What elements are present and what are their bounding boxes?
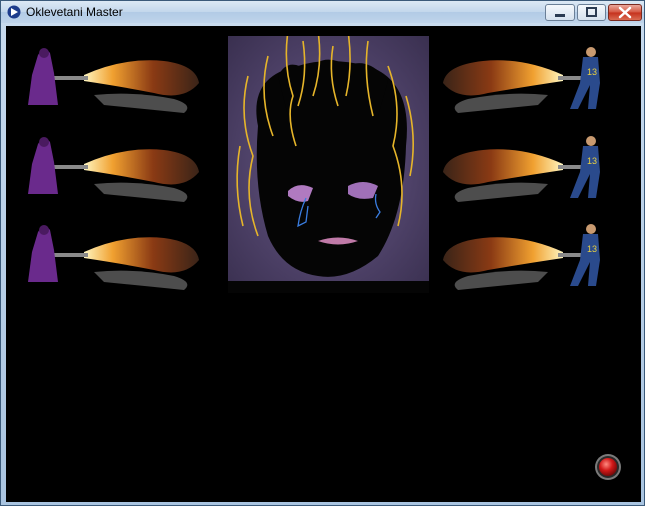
window-title: Oklevetani Master [26,5,123,19]
purple-robed-flamethrower-figure [28,225,199,290]
minimize-icon [555,14,565,17]
app-window: Oklevetani Master 13 13 13 [0,0,645,506]
maximize-icon [586,7,597,17]
minimize-button[interactable] [545,4,575,21]
purple-robed-flamethrower-figure [28,137,199,202]
purple-robed-flamethrower-figure [28,48,199,113]
title-bar[interactable]: Oklevetani Master [1,1,644,23]
close-button[interactable] [608,4,642,21]
red-record-button-icon[interactable] [594,453,622,481]
jersey-number: 13 [587,67,597,77]
app-icon [7,5,21,19]
game-canvas: 13 13 13 [6,26,641,502]
jersey-number: 13 [587,244,597,254]
vault-suit-flamethrower-figure: 13 [443,224,600,290]
maximize-button[interactable] [577,4,606,21]
defaced-portrait [228,36,429,293]
vault-suit-flamethrower-figure: 13 [443,136,600,202]
close-icon [618,6,632,19]
vault-suit-flamethrower-figure: 13 [443,47,600,113]
jersey-number: 13 [587,156,597,166]
